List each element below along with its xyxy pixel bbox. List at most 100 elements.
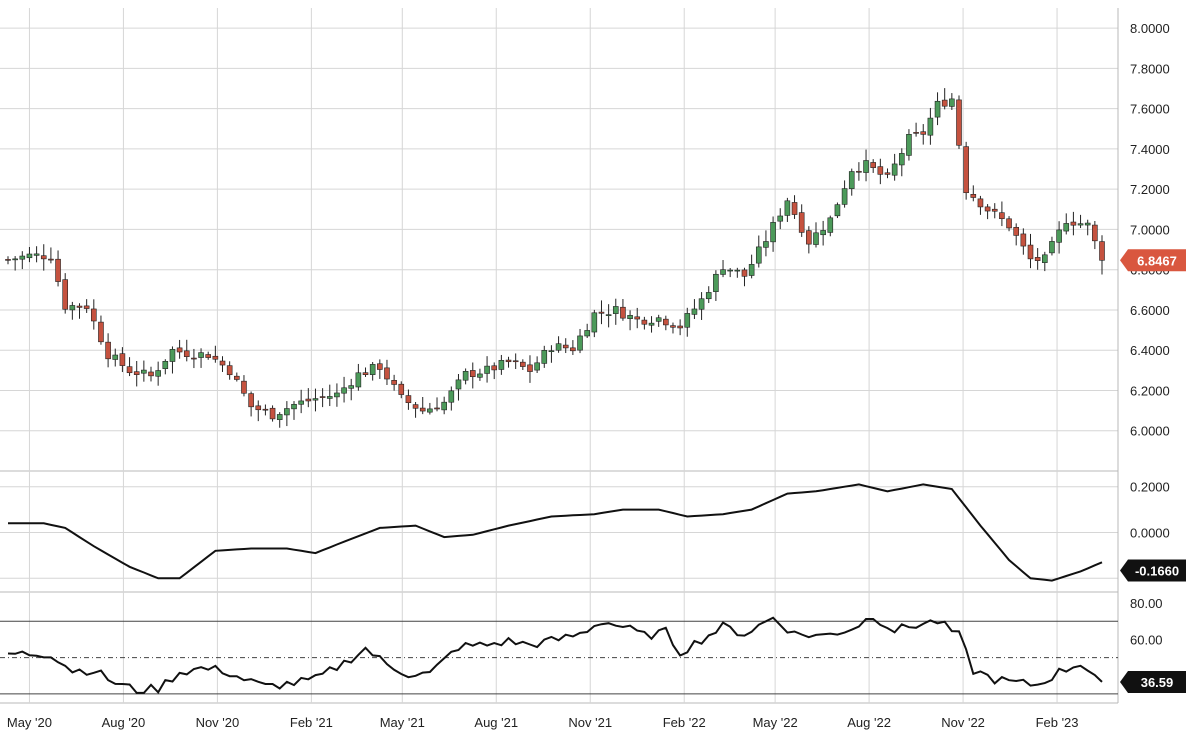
candle-body — [1063, 223, 1070, 232]
x-tick-label: Aug '20 — [102, 715, 146, 730]
candle-body — [248, 393, 254, 408]
candle-body — [1070, 221, 1077, 226]
candle-body — [541, 350, 548, 364]
candle-body — [720, 269, 726, 275]
candle-body — [284, 408, 290, 416]
candle-body — [956, 99, 962, 146]
price-tick-label: 6.2000 — [1130, 383, 1170, 398]
candle-body — [341, 387, 347, 394]
candle-body — [377, 363, 383, 370]
candle-body — [469, 370, 476, 378]
candle-body — [527, 364, 533, 372]
candle-body — [33, 253, 40, 256]
candle-body — [448, 390, 455, 403]
chart-container: 6.00006.20006.40006.60006.80007.00007.20… — [0, 0, 1200, 749]
price-tick-label: 7.0000 — [1130, 222, 1170, 237]
candle-body — [870, 162, 876, 168]
candle-body — [777, 215, 784, 222]
candle-body — [255, 405, 262, 411]
candle-body — [670, 325, 676, 328]
candle-body — [755, 246, 762, 264]
candle-body — [98, 321, 104, 343]
candle-body — [48, 258, 54, 261]
x-tick-label: Aug '22 — [847, 715, 891, 730]
candle-body — [763, 241, 769, 248]
candle-body — [655, 317, 662, 322]
candle-body — [312, 398, 319, 401]
x-tick-label: Nov '20 — [196, 715, 240, 730]
candle-body — [40, 255, 47, 260]
candle-body — [491, 365, 498, 371]
x-tick-label: Feb '21 — [290, 715, 333, 730]
candle-body — [212, 355, 219, 360]
candle-body — [176, 347, 183, 353]
oscillator-last-badge-label: -0.1660 — [1135, 563, 1179, 578]
candle-body — [834, 204, 841, 217]
candle-body — [269, 407, 276, 420]
candle-body — [891, 163, 898, 176]
candle-body — [562, 344, 569, 349]
candle-body — [162, 360, 169, 369]
candle-body — [326, 396, 333, 399]
x-tick-label: Feb '23 — [1036, 715, 1079, 730]
candle-body — [498, 360, 505, 370]
candle-body — [848, 171, 855, 189]
candle-body — [234, 375, 240, 380]
x-tick-label: May '20 — [7, 715, 52, 730]
candle-body — [548, 350, 555, 353]
candle-body — [1084, 222, 1091, 226]
candle-body — [26, 253, 33, 259]
price-tick-label: 6.4000 — [1130, 343, 1170, 358]
candle-body — [412, 404, 419, 409]
candle-body — [877, 166, 884, 175]
candle-body — [841, 188, 848, 205]
candle-body — [813, 232, 819, 245]
oscillator-last-badge: -0.1660 — [1120, 559, 1186, 582]
candle-body — [434, 407, 440, 410]
price-tick-label: 6.6000 — [1130, 303, 1170, 318]
rsi-last-badge-label: 36.59 — [1141, 675, 1174, 690]
candle-body — [713, 273, 719, 292]
candle-body — [169, 349, 176, 362]
candle-body — [126, 366, 133, 374]
candle-body — [455, 379, 462, 390]
candle-body — [1049, 241, 1055, 254]
candle-body — [555, 343, 562, 351]
candle-body — [863, 160, 869, 173]
x-tick-label: May '21 — [380, 715, 425, 730]
price-tick-label: 8.0000 — [1130, 21, 1170, 36]
candle-body — [934, 100, 941, 118]
candle-body — [133, 371, 140, 375]
candle-body — [291, 403, 297, 410]
candle-body — [462, 371, 469, 381]
candle-body — [1092, 224, 1098, 242]
candle-body — [5, 259, 11, 261]
price-tick-label: 7.8000 — [1130, 61, 1170, 76]
candle-body — [262, 408, 269, 411]
candle-body — [1027, 244, 1034, 260]
candle-body — [398, 383, 405, 395]
candle-body — [641, 319, 648, 325]
price-tick-label: 7.4000 — [1130, 142, 1170, 157]
candle-body — [1013, 227, 1019, 236]
candle-body — [1056, 229, 1062, 243]
candle-body — [391, 380, 397, 385]
candle-body — [369, 364, 376, 375]
candle-body — [820, 230, 826, 236]
candle-body — [241, 380, 247, 394]
candle-body — [226, 365, 233, 376]
candle-body — [584, 330, 590, 337]
candle-body — [577, 335, 583, 351]
candle-body — [141, 369, 147, 374]
candle-body — [591, 312, 598, 333]
candle-body — [427, 408, 433, 413]
candle-body — [605, 314, 612, 316]
candle-body — [83, 305, 90, 309]
candle-body — [927, 117, 934, 136]
candle-body — [276, 414, 283, 420]
candle-body — [19, 255, 26, 260]
candle — [834, 202, 841, 219]
candle-body — [355, 372, 362, 388]
candle-body — [69, 305, 76, 311]
candle-body — [806, 230, 812, 245]
